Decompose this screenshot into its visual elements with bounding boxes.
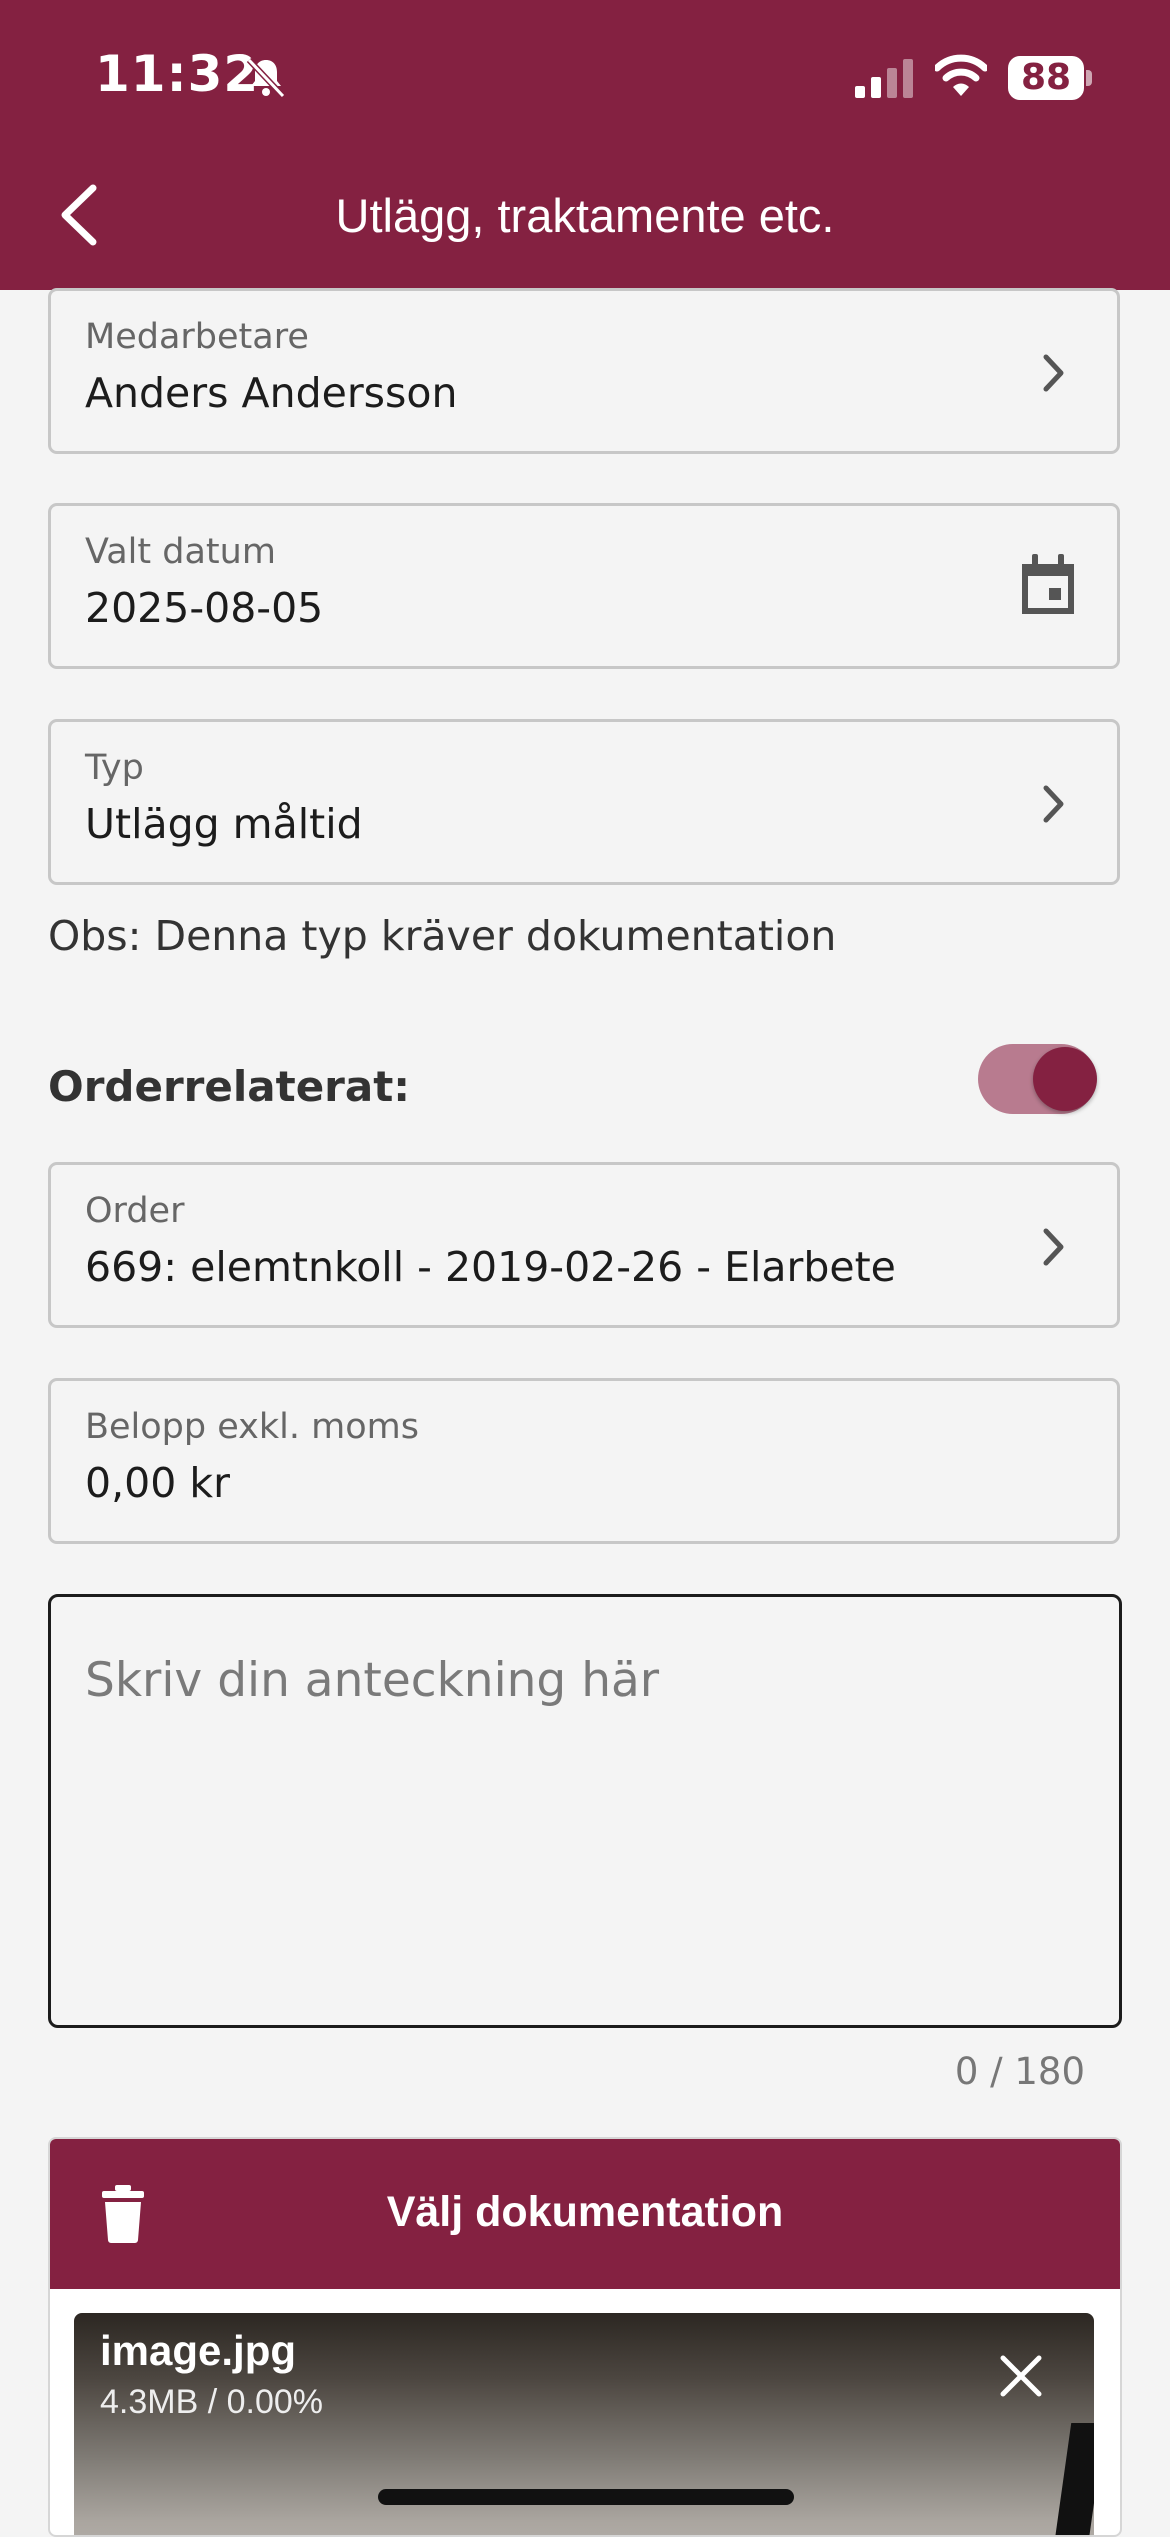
battery-icon: 88: [1008, 56, 1092, 100]
order-related-toggle[interactable]: [978, 1041, 1100, 1117]
signal-icon: [855, 59, 913, 98]
attachment-file-name: image.jpg: [100, 2327, 297, 2374]
documentation-header[interactable]: Välj dokumentation: [50, 2139, 1120, 2289]
employee-field[interactable]: Medarbetare Anders Andersson: [48, 288, 1120, 454]
order-related-label: Orderrelaterat:: [48, 1062, 411, 1111]
wifi-icon: [935, 54, 987, 96]
chevron-right-icon: [1043, 354, 1064, 392]
type-label: Typ: [85, 748, 144, 788]
order-label: Order: [85, 1191, 185, 1231]
close-icon[interactable]: [998, 2353, 1044, 2399]
amount-value[interactable]: 0,00 kr: [85, 1459, 230, 1507]
date-label: Valt datum: [85, 532, 276, 572]
home-indicator: [378, 2489, 794, 2505]
documentation-card: Välj dokumentation image.jpg 4.3MB / 0.0…: [48, 2137, 1122, 2537]
date-value: 2025-08-05: [85, 584, 324, 632]
amount-field[interactable]: Belopp exkl. moms 0,00 kr: [48, 1378, 1120, 1544]
order-field[interactable]: Order 669: elemtnkoll - 2019-02-26 - Ela…: [48, 1162, 1120, 1328]
calendar-icon[interactable]: [1019, 552, 1077, 616]
employee-value: Anders Andersson: [85, 369, 458, 417]
header-bar: 11:32 88 Utlägg, traktamente etc.: [0, 0, 1170, 290]
chevron-right-icon: [1043, 1228, 1064, 1266]
choose-documentation-button[interactable]: Välj dokumentation: [50, 2188, 1120, 2237]
date-field[interactable]: Valt datum 2025-08-05: [48, 503, 1120, 669]
amount-label: Belopp exkl. moms: [85, 1407, 419, 1447]
page-title: Utlägg, traktamente etc.: [335, 189, 835, 242]
note-char-counter: 0 / 180: [954, 2050, 1085, 2093]
documentation-notice: Obs: Denna typ kräver dokumentation: [48, 912, 837, 960]
type-field[interactable]: Typ Utlägg måltid: [48, 719, 1120, 885]
attachment-file-info: 4.3MB / 0.00%: [100, 2383, 324, 2421]
note-input[interactable]: [48, 1594, 1122, 2028]
order-value: 669: elemtnkoll - 2019-02-26 - Elarbete: [85, 1243, 896, 1291]
battery-level: 88: [1008, 56, 1084, 100]
type-value: Utlägg måltid: [85, 800, 363, 848]
status-time: 11:32: [95, 45, 260, 103]
employee-label: Medarbetare: [85, 317, 309, 357]
chevron-right-icon: [1043, 785, 1064, 823]
bell-off-icon: [246, 57, 286, 99]
